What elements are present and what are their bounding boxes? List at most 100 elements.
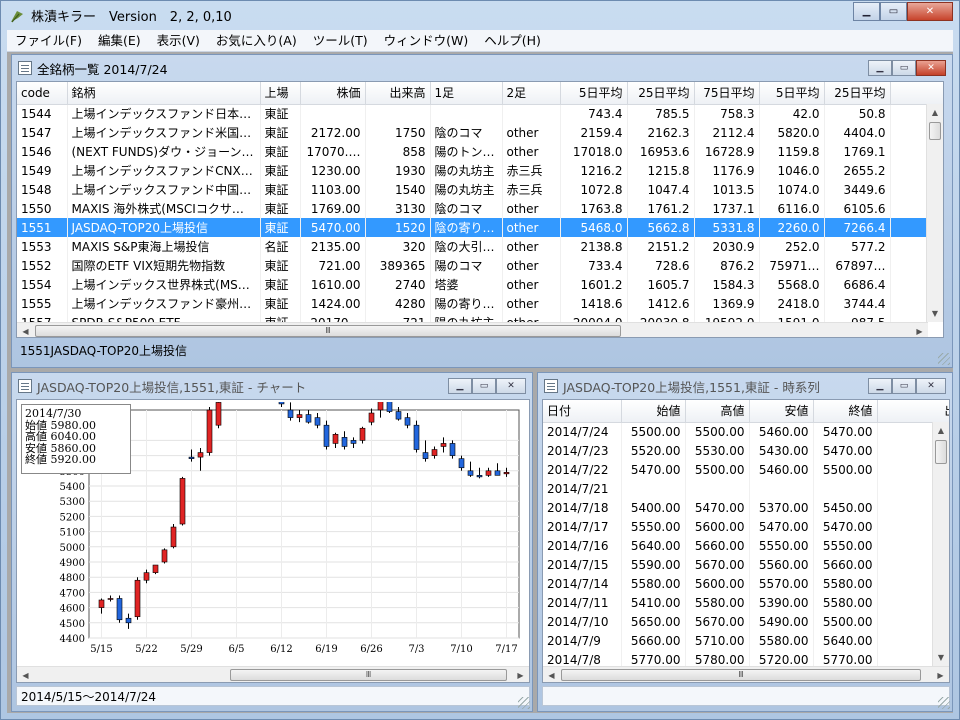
list-vertical-scrollbar[interactable]: ▲ ▼ bbox=[926, 104, 943, 322]
scroll-down-icon[interactable]: ▼ bbox=[933, 649, 949, 666]
close-button[interactable]: ✕ bbox=[907, 2, 953, 21]
maximize-button[interactable]: ▭ bbox=[880, 2, 907, 21]
table-row[interactable]: 1553 MAXIS S&P東海上場投信 名証 2135.00 320 陰の大引… othe… bbox=[17, 237, 943, 256]
ts-minimize-button[interactable]: ▁ bbox=[868, 378, 892, 394]
table-row[interactable]: 2014/7/21 bbox=[543, 479, 949, 498]
ts-close-button[interactable]: ✕ bbox=[916, 378, 946, 394]
column-header[interactable]: 終値 bbox=[813, 400, 878, 423]
table-row[interactable]: 2014/7/115410.005580.005390.005580.00749 bbox=[543, 593, 949, 612]
scroll-right-icon[interactable]: ▶ bbox=[512, 667, 529, 682]
table-row[interactable]: 1546 (NEXT FUNDS)ダウ・ジョーン… 東証 17070.… 858 陽のトン… bbox=[17, 142, 943, 161]
candle[interactable] bbox=[413, 420, 420, 453]
menu-view[interactable]: 表示(V) bbox=[149, 30, 208, 52]
table-row[interactable]: 2014/7/105650.005670.005490.005500.00486 bbox=[543, 612, 949, 631]
chart-titlebar[interactable]: JASDAQ-TOP20上場投信,1551,東証 - チャート ▁ ▭ ✕ bbox=[12, 373, 532, 399]
table-row[interactable]: 2014/7/155590.005670.005560.005660.00603 bbox=[543, 555, 949, 574]
menu-window[interactable]: ウィンドウ(W) bbox=[376, 30, 477, 52]
table-row[interactable]: 2014/7/175550.005600.005470.005470.00271 bbox=[543, 517, 949, 536]
timeseries-titlebar[interactable]: JASDAQ-TOP20上場投信,1551,東証 - 時系列 ▁ ▭ ✕ bbox=[538, 373, 952, 399]
column-header[interactable]: 2足 bbox=[502, 82, 561, 105]
candle[interactable] bbox=[134, 577, 141, 620]
column-header[interactable]: 出来 bbox=[877, 400, 949, 423]
column-header[interactable]: code bbox=[17, 82, 68, 105]
table-row[interactable]: 1544 上場インデックスファンド日本… 東証 743.4 785.5 758.3 42.0… bbox=[17, 104, 943, 123]
scroll-up-icon[interactable]: ▲ bbox=[927, 104, 943, 121]
resize-grip-icon[interactable] bbox=[938, 697, 950, 709]
column-header[interactable]: 上場 bbox=[260, 82, 301, 105]
minimize-button[interactable]: ▁ bbox=[853, 2, 880, 21]
chart-maximize-button[interactable]: ▭ bbox=[472, 378, 496, 394]
column-header[interactable]: 株価 bbox=[300, 82, 366, 105]
chart-minimize-button[interactable]: ▁ bbox=[448, 378, 472, 394]
title-bar[interactable]: 株漬キラー Version 2, 2, 0,10 ▁ ▭ ✕ bbox=[1, 1, 959, 30]
chart-close-button[interactable]: ✕ bbox=[496, 378, 526, 394]
list-maximize-button[interactable]: ▭ bbox=[892, 60, 916, 76]
candle[interactable] bbox=[116, 595, 123, 623]
list-hscroll-thumb[interactable]: Ⅲ bbox=[35, 325, 621, 337]
column-header[interactable]: 安値 bbox=[749, 400, 814, 423]
candlestick-chart[interactable]: 4400 4500 4600 4700 4800 4900 5000 5100 5200 5300… bbox=[19, 400, 529, 664]
list-close-button[interactable]: ✕ bbox=[916, 60, 946, 76]
table-row[interactable]: 1554 上場インデックス世界株式(MS… 東証 1610.00 2740 塔婆 other… bbox=[17, 275, 943, 294]
column-header[interactable]: 25日平均 bbox=[824, 82, 891, 105]
ts-vscroll-thumb[interactable] bbox=[935, 440, 947, 464]
scroll-right-icon[interactable]: ▶ bbox=[911, 323, 928, 337]
table-row[interactable]: 1548 上場インデックスファンド中国… 東証 1103.00 1540 陽の丸坊主 赤三兵… bbox=[17, 180, 943, 199]
chart-hscroll-thumb[interactable]: Ⅲ bbox=[230, 669, 507, 681]
column-header[interactable]: 1足 bbox=[430, 82, 503, 105]
menu-edit[interactable]: 編集(E) bbox=[90, 30, 149, 52]
scroll-down-icon[interactable]: ▼ bbox=[927, 305, 943, 322]
table-row[interactable]: 1551 JASDAQ-TOP20上場投信 東証 5470.00 1520 陰の寄り… ot… bbox=[17, 218, 943, 237]
column-header[interactable]: 出来高 bbox=[365, 82, 431, 105]
menu-help[interactable]: ヘルプ(H) bbox=[476, 30, 549, 52]
list-vscroll-thumb[interactable] bbox=[929, 122, 941, 140]
column-header[interactable]: 銘柄 bbox=[67, 82, 261, 105]
ts-horizontal-scrollbar[interactable]: ◀ Ⅲ ▶ bbox=[543, 666, 949, 682]
candle[interactable] bbox=[179, 476, 186, 526]
candle[interactable] bbox=[323, 420, 330, 450]
table-row[interactable]: 2014/7/225470.005500.005460.005500.00238 bbox=[543, 460, 949, 479]
table-row[interactable]: 2014/7/185400.005470.005370.005450.00338 bbox=[543, 498, 949, 517]
table-row[interactable]: 1552 国際のETF VIX短期先物指数 東証 721.00 389365 陽のコマ ot… bbox=[17, 256, 943, 275]
table-row[interactable]: 2014/7/165640.005660.005550.005550.00245 bbox=[543, 536, 949, 555]
ts-maximize-button[interactable]: ▭ bbox=[892, 378, 916, 394]
candle[interactable] bbox=[152, 564, 159, 575]
menu-file[interactable]: ファイル(F) bbox=[7, 30, 90, 52]
candle[interactable] bbox=[278, 400, 285, 407]
table-row[interactable]: 1549 上場インデックスファンドCNX… 東証 1230.00 1930 陽の丸坊主 赤三… bbox=[17, 161, 943, 180]
resize-grip-icon[interactable] bbox=[518, 697, 530, 709]
table-row[interactable]: 2014/7/245500.005500.005460.005470.00152 bbox=[543, 422, 949, 441]
scroll-right-icon[interactable]: ▶ bbox=[932, 667, 949, 682]
column-header[interactable]: 5日平均 bbox=[560, 82, 628, 105]
candle[interactable] bbox=[215, 400, 222, 429]
menu-favorites[interactable]: お気に入り(A) bbox=[208, 30, 305, 52]
table-row[interactable]: 1555 上場インデックスファンド豪州… 東証 1424.00 4280 陽の寄り… oth… bbox=[17, 294, 943, 313]
candle[interactable] bbox=[386, 400, 393, 414]
table-row[interactable]: 2014/7/145580.005600.005570.005580.00187 bbox=[543, 574, 949, 593]
list-horizontal-scrollbar[interactable]: ◀ Ⅲ ▶ bbox=[17, 322, 928, 337]
candle[interactable] bbox=[170, 524, 177, 549]
menu-tools[interactable]: ツール(T) bbox=[305, 30, 376, 52]
column-header[interactable]: 75日 bbox=[890, 82, 943, 105]
column-header[interactable]: 日付 bbox=[543, 400, 622, 423]
candle[interactable] bbox=[206, 406, 213, 456]
table-row[interactable]: 2014/7/95660.005710.005580.005640.001089 bbox=[543, 631, 949, 650]
chart-horizontal-scrollbar[interactable]: ◀ Ⅲ ▶ bbox=[17, 666, 529, 682]
column-header[interactable]: 25日平均 bbox=[627, 82, 695, 105]
candle[interactable] bbox=[161, 548, 168, 564]
scroll-left-icon[interactable]: ◀ bbox=[17, 323, 34, 337]
ts-vertical-scrollbar[interactable]: ▲ ▼ bbox=[932, 422, 949, 666]
scroll-left-icon[interactable]: ◀ bbox=[543, 667, 560, 682]
candle[interactable] bbox=[395, 406, 402, 421]
column-header[interactable]: 始値 bbox=[621, 400, 686, 423]
resize-grip-icon[interactable] bbox=[938, 353, 950, 365]
stock-list-titlebar[interactable]: 全銘柄一覧 2014/7/24 ▁ ▭ ✕ bbox=[12, 55, 952, 81]
column-header[interactable]: 75日平均 bbox=[694, 82, 760, 105]
scroll-up-icon[interactable]: ▲ bbox=[933, 422, 949, 439]
column-header[interactable]: 5日平均 bbox=[759, 82, 825, 105]
list-minimize-button[interactable]: ▁ bbox=[868, 60, 892, 76]
column-header[interactable]: 高値 bbox=[685, 400, 750, 423]
table-row[interactable]: 2014/7/235520.005530.005430.005470.00402 bbox=[543, 441, 949, 460]
table-row[interactable]: 1550 MAXIS 海外株式(MSCIコクサ… 東証 1769.00 3130 陰のコマ… bbox=[17, 199, 943, 218]
ts-hscroll-thumb[interactable]: Ⅲ bbox=[561, 669, 921, 681]
